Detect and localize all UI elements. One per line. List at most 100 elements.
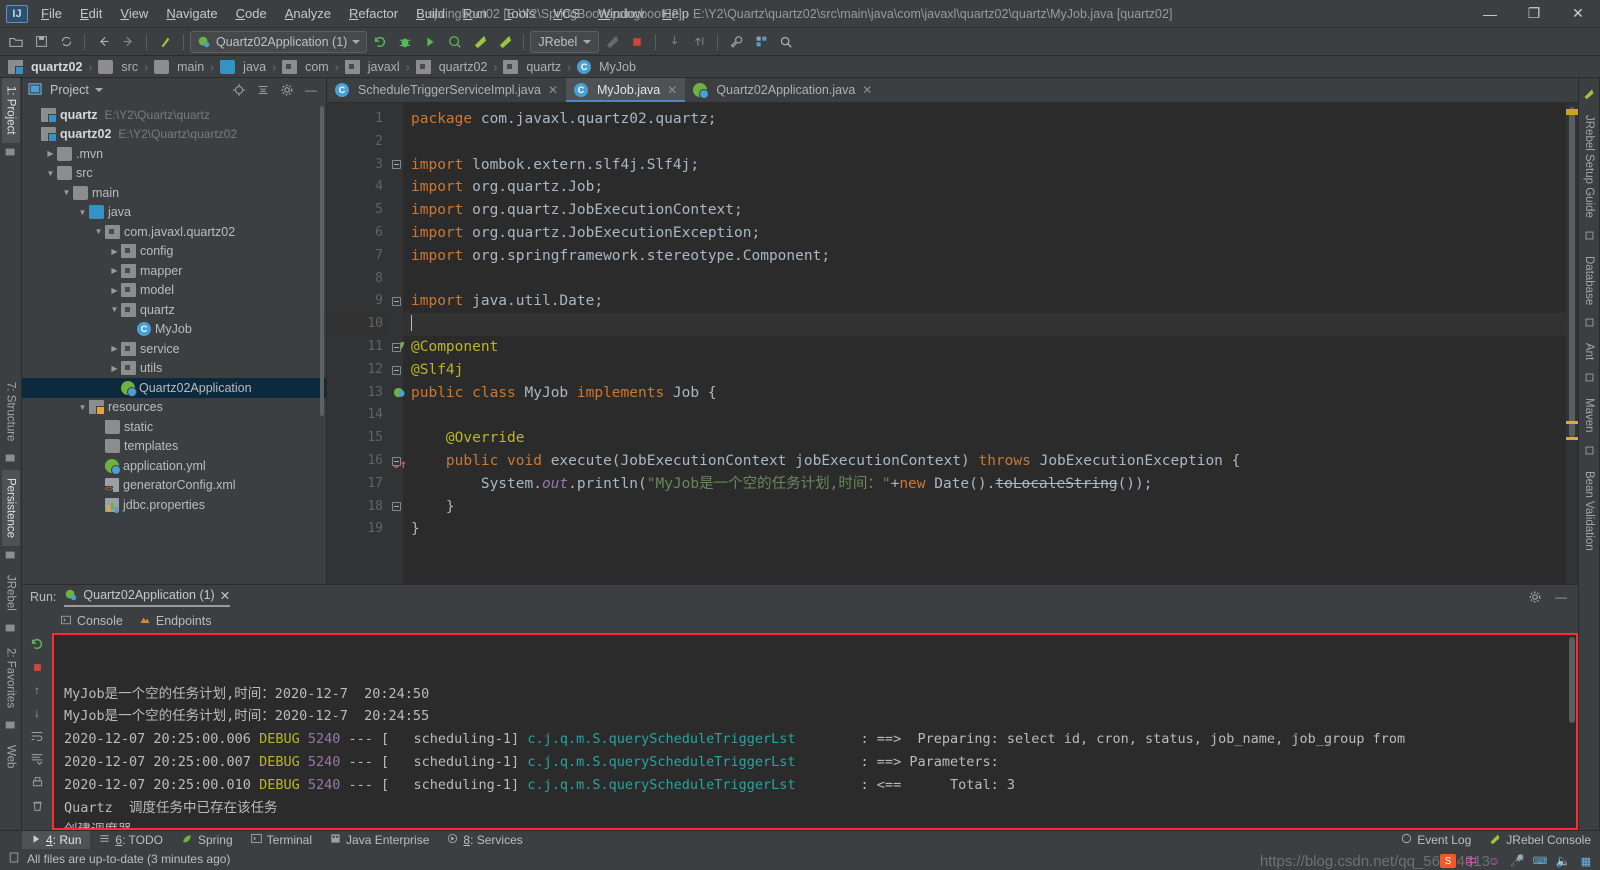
code-line-10[interactable] — [403, 313, 1578, 336]
scroll-to-end-icon[interactable] — [28, 750, 46, 768]
line-number-16[interactable]: 16o↑ — [327, 450, 389, 473]
tool-window-tab-jrebel-console[interactable]: JRebel Console — [1480, 831, 1600, 850]
soft-wrap-icon[interactable] — [28, 727, 46, 745]
line-number-17[interactable]: 17 — [327, 473, 389, 496]
close-button[interactable]: ✕ — [1556, 0, 1600, 27]
tool-window-button-ant[interactable]: Ant — [1580, 335, 1598, 368]
code-line-18[interactable]: } — [411, 496, 1578, 519]
system-tray[interactable]: S 中 ☺ 🎤 ⌨ 🔈 ▦ — [1440, 854, 1594, 868]
tree-node-utils[interactable]: ▶utils — [22, 359, 326, 379]
tool-window-tab-spring[interactable]: Spring — [172, 831, 242, 850]
editor-scrollbar-thumb[interactable] — [1569, 107, 1575, 437]
change-marker-2[interactable] — [1566, 437, 1578, 440]
hide-icon-run[interactable]: — — [1552, 588, 1570, 606]
tree-expand-arrow[interactable]: ▶ — [108, 344, 121, 353]
breadcrumb-item-java[interactable]: java — [218, 59, 268, 75]
profile-icon[interactable] — [443, 31, 467, 53]
code-line-1[interactable]: package com.javaxl.quartz02.quartz; — [411, 108, 1578, 131]
menu-item-run[interactable]: Run — [454, 3, 496, 24]
mic-icon[interactable]: 🎤 — [1509, 854, 1525, 868]
code-line-7[interactable]: import org.springframework.stereotype.Co… — [411, 245, 1578, 268]
tree-expand-arrow[interactable]: ▼ — [60, 188, 73, 197]
run-subtabs[interactable]: Console Endpoints — [22, 609, 1578, 633]
editor-tabs[interactable]: CScheduleTriggerServiceImpl.java✕CMyJob.… — [327, 78, 1578, 103]
tree-node-service[interactable]: ▶service — [22, 339, 326, 359]
line-number-1[interactable]: 1 — [327, 108, 389, 131]
tree-expand-arrow[interactable]: ▶ — [108, 286, 121, 295]
line-number-18[interactable]: 18 — [327, 496, 389, 519]
run-configuration-selector[interactable]: Quartz02Application (1) — [190, 31, 367, 53]
fold-collapse-icon[interactable] — [392, 457, 401, 466]
tree-node-templates[interactable]: templates — [22, 437, 326, 457]
save-icon[interactable] — [29, 31, 53, 53]
fold-marker-12[interactable] — [389, 359, 403, 382]
tree-node-java[interactable]: ▼java — [22, 203, 326, 223]
menu-item-file[interactable]: File — [32, 3, 71, 24]
code-line-19[interactable]: } — [411, 518, 1578, 541]
breadcrumb-item-quartz02[interactable]: quartz02 — [6, 59, 84, 75]
chinese-input-icon[interactable]: 中 — [1463, 854, 1479, 868]
sogou-icon[interactable]: S — [1440, 854, 1456, 868]
code-line-5[interactable]: import org.quartz.JobExecutionContext; — [411, 199, 1578, 222]
apps-icon[interactable]: ▦ — [1578, 854, 1594, 868]
code-line-3[interactable]: import lombok.extern.slf4j.Slf4j; — [411, 154, 1578, 177]
print-icon[interactable] — [28, 773, 46, 791]
fold-marker-3[interactable] — [389, 154, 403, 177]
line-number-7[interactable]: 7 — [327, 245, 389, 268]
line-number-12[interactable]: 12 — [327, 359, 389, 382]
run-icon[interactable] — [418, 31, 442, 53]
commit-icon[interactable] — [687, 31, 711, 53]
code-line-16[interactable]: public void execute(JobExecutionContext … — [411, 450, 1578, 473]
menu-item-window[interactable]: Window — [589, 3, 653, 24]
menu-item-vcs[interactable]: VCS — [544, 3, 589, 24]
run-configuration-tab[interactable]: Quartz02Application (1) ✕ — [64, 588, 230, 607]
close-icon[interactable]: ✕ — [667, 83, 677, 97]
line-number-5[interactable]: 5 — [327, 199, 389, 222]
open-icon[interactable] — [4, 31, 28, 53]
debug-icon[interactable] — [393, 31, 417, 53]
menu-item-code[interactable]: Code — [227, 3, 276, 24]
tree-expand-arrow[interactable]: ▶ — [108, 364, 121, 373]
tree-node-com-javaxl-quartz02[interactable]: ▼com.javaxl.quartz02 — [22, 222, 326, 242]
menu-item-edit[interactable]: Edit — [71, 3, 111, 24]
close-icon[interactable]: ✕ — [548, 83, 558, 97]
main-toolbar[interactable]: Quartz02Application (1) JRebel — [0, 28, 1600, 56]
tree-node-main[interactable]: ▼main — [22, 183, 326, 203]
tool-window-tab-event-log[interactable]: Event Log — [1392, 831, 1480, 850]
locate-icon[interactable] — [230, 81, 248, 99]
tool-window-tab-4--run[interactable]: 4: Run — [22, 831, 90, 850]
warning-marker[interactable] — [1566, 109, 1578, 115]
up-arrow-icon[interactable]: ↑ — [28, 681, 46, 699]
right-tool-window-strip[interactable]: JRebel Setup GuideDatabaseAntMavenBean V… — [1578, 78, 1600, 868]
run-subtab-console[interactable]: Console — [60, 614, 123, 629]
tool-window-button-1--project[interactable]: 1: Project — [2, 78, 20, 143]
jrebel-disabled-icon[interactable] — [600, 31, 624, 53]
editor-tab-myjob-java[interactable]: CMyJob.java✕ — [566, 78, 685, 102]
wrench-icon[interactable] — [724, 31, 748, 53]
tree-expand-arrow[interactable]: ▶ — [108, 247, 121, 256]
tree-node-src[interactable]: ▼src — [22, 164, 326, 184]
stop-icon-console[interactable] — [28, 658, 46, 676]
line-number-11[interactable]: 11 — [327, 336, 389, 359]
tree-expand-arrow[interactable]: ▶ — [108, 266, 121, 275]
back-icon[interactable] — [91, 31, 115, 53]
menu-item-build[interactable]: Build — [407, 3, 454, 24]
build-icon[interactable] — [153, 31, 177, 53]
tool-window-button-7--structure[interactable]: 7: Structure — [2, 374, 20, 449]
run-subtab-endpoints[interactable]: Endpoints — [139, 614, 212, 629]
chevron-down-icon-2[interactable] — [583, 40, 591, 44]
tree-expand-arrow[interactable]: ▼ — [76, 403, 89, 412]
tool-window-button-database[interactable]: Database — [1580, 248, 1598, 313]
code-line-17[interactable]: System.out.println("MyJob是一个空的任务计划,时间："+… — [411, 473, 1578, 496]
tree-expand-arrow[interactable]: ▼ — [92, 227, 105, 236]
rerun-icon[interactable] — [368, 31, 392, 53]
tool-window-button-jrebel-setup-guide[interactable]: JRebel Setup Guide — [1580, 107, 1598, 226]
hide-icon[interactable]: — — [302, 81, 320, 99]
fold-collapse-icon[interactable] — [392, 297, 401, 306]
jrebel-debug-icon[interactable] — [493, 31, 517, 53]
console-toolbar[interactable]: ↑ ↓ — [22, 633, 52, 830]
breadcrumb-item-src[interactable]: src — [96, 59, 140, 75]
code-line-8[interactable] — [411, 268, 1578, 291]
tree-node-static[interactable]: static — [22, 417, 326, 437]
clear-all-icon[interactable] — [28, 796, 46, 814]
